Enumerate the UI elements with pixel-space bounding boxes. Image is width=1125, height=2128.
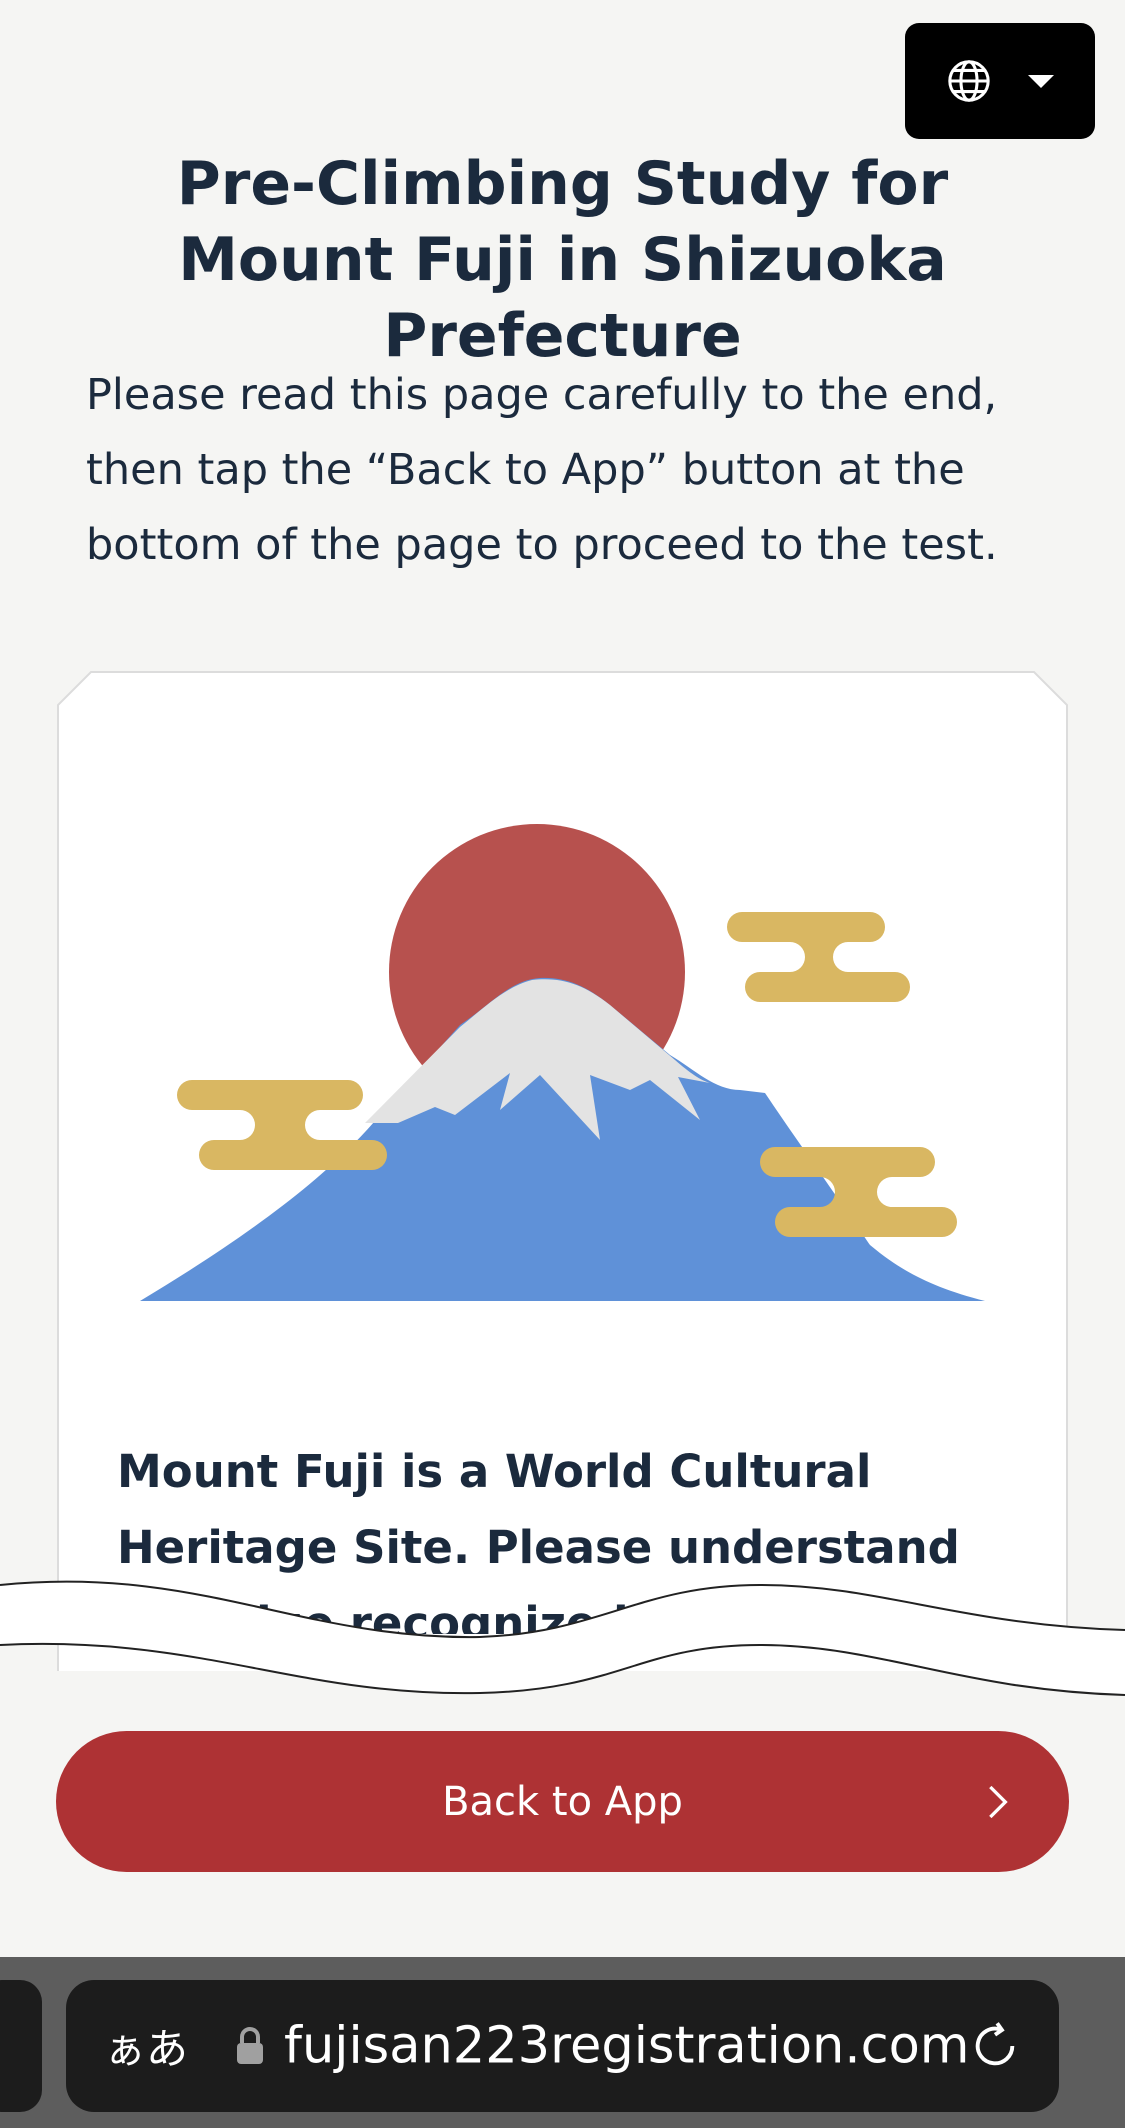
back-to-app-label: Back to App bbox=[442, 1778, 683, 1825]
address-bar[interactable]: ぁあ fujisan223registration.com bbox=[66, 1980, 1059, 2112]
intro-text: Please read this page carefully to the e… bbox=[86, 370, 998, 570]
torn-edge-divider bbox=[0, 1580, 1125, 1696]
chevron-down-icon bbox=[1028, 74, 1054, 88]
mount-fuji-illustration bbox=[140, 824, 985, 1301]
lock-icon bbox=[237, 2027, 263, 2064]
chevron-right-icon bbox=[989, 1785, 1008, 1818]
url-text: fujisan223registration.com bbox=[284, 2016, 970, 2076]
previous-tab-preview[interactable] bbox=[0, 1980, 42, 2112]
text-size-button[interactable]: ぁあ bbox=[104, 2016, 188, 2077]
page-title: Pre-Climbing Study for Mount Fuji in Shi… bbox=[176, 149, 949, 371]
globe-icon bbox=[948, 60, 990, 102]
cloud-shape-left bbox=[177, 1080, 387, 1170]
reload-icon[interactable] bbox=[969, 2020, 1021, 2072]
language-selector-button[interactable] bbox=[905, 23, 1095, 139]
back-to-app-button[interactable]: Back to App bbox=[56, 1731, 1069, 1872]
cloud-shape-right-top bbox=[727, 912, 910, 1002]
